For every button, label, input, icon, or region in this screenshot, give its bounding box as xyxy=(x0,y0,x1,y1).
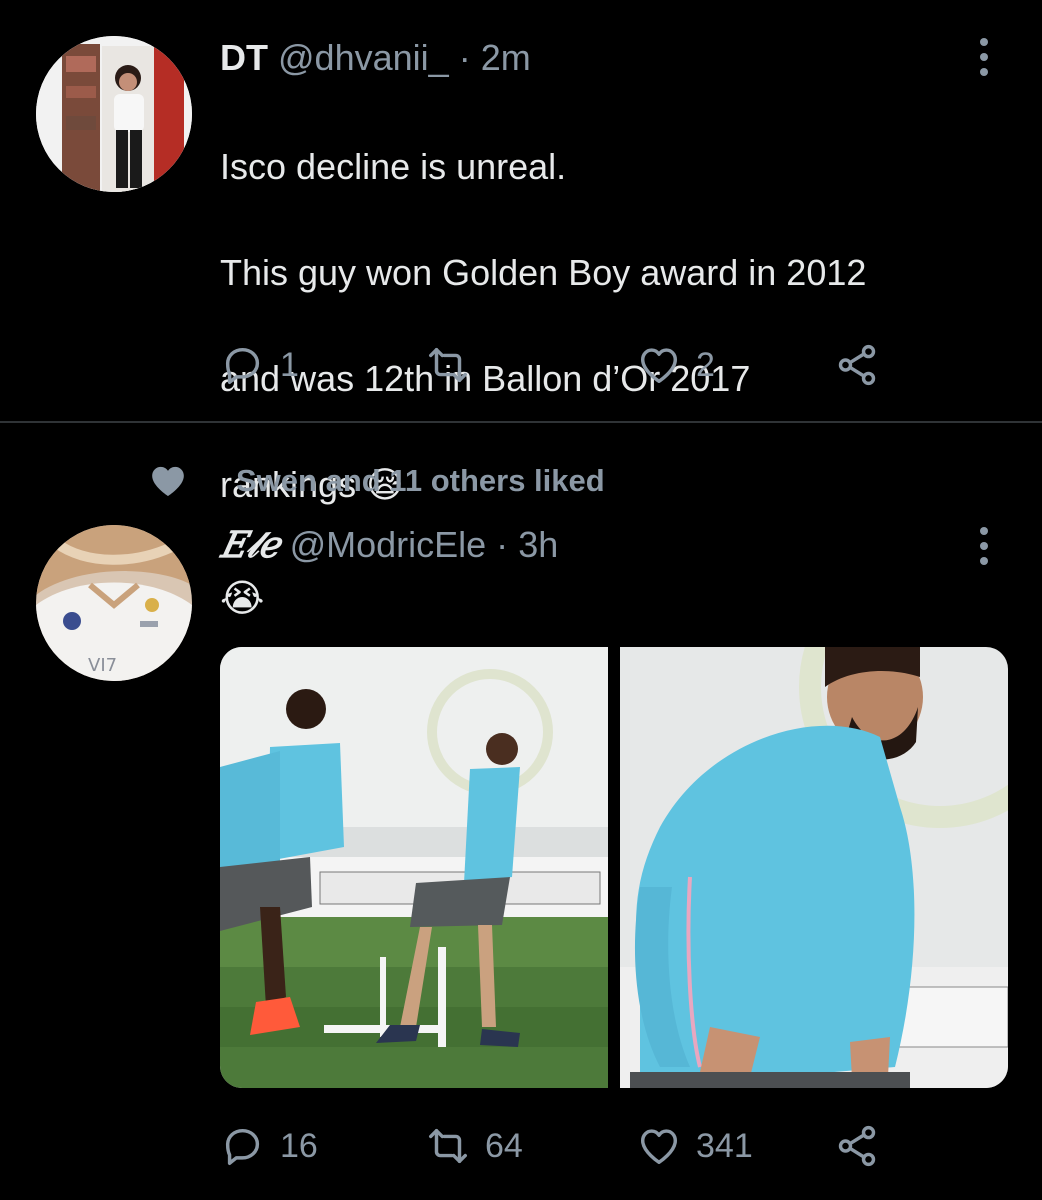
separator: · xyxy=(496,524,509,565)
share-icon xyxy=(838,1125,876,1167)
tweet-actions: 16 64 341 xyxy=(220,1123,920,1173)
heart-filled-icon xyxy=(152,466,184,496)
retweet-button[interactable]: 64 xyxy=(425,1123,523,1169)
reply-icon xyxy=(225,347,260,384)
tweet-text: 😭 xyxy=(220,578,265,620)
social-context: Swen and 11 others liked xyxy=(148,461,605,501)
tweet-text-line: Isco decline is unreal. xyxy=(220,146,567,187)
media-image-right[interactable] xyxy=(620,647,1008,1088)
user-handle[interactable]: @dhvanii_ xyxy=(278,37,449,78)
reply-count: 16 xyxy=(280,1126,318,1165)
reply-button[interactable]: 16 xyxy=(220,1123,318,1169)
tweet-header: 𝐸𝓁𝑒 @ModricEle · 3h xyxy=(220,523,558,567)
tweet-2[interactable]: Swen and 11 others liked VI7 𝐸𝓁𝑒 @Modric… xyxy=(0,423,1042,1200)
like-count: 2 xyxy=(696,345,715,384)
media-image-left[interactable] xyxy=(220,647,608,1088)
heart-icon xyxy=(640,348,678,384)
display-name[interactable]: DT xyxy=(220,37,268,78)
heart-icon xyxy=(640,1129,678,1165)
retweet-icon xyxy=(429,347,467,383)
reply-button[interactable]: 1 xyxy=(220,342,299,388)
share-button[interactable] xyxy=(834,342,880,388)
avatar[interactable]: VI7 xyxy=(36,525,192,681)
avatar[interactable] xyxy=(36,36,192,192)
like-button[interactable]: 341 xyxy=(636,1123,753,1169)
timestamp[interactable]: 3h xyxy=(518,524,558,565)
tweet-1[interactable]: DT @dhvanii_ · 2m Isco decline is unreal… xyxy=(0,0,1042,505)
svg-text:VI7: VI7 xyxy=(88,655,117,676)
like-count: 341 xyxy=(696,1126,753,1165)
retweet-count: 64 xyxy=(485,1126,523,1165)
reply-count: 1 xyxy=(280,345,299,384)
display-name[interactable]: 𝐸𝓁𝑒 xyxy=(220,524,280,566)
share-icon xyxy=(838,344,876,386)
more-vertical-icon[interactable] xyxy=(974,38,994,76)
tweet-actions: 1 2 xyxy=(220,342,920,392)
separator: · xyxy=(458,37,471,78)
like-button[interactable]: 2 xyxy=(636,342,715,388)
more-vertical-icon[interactable] xyxy=(974,527,994,565)
timestamp[interactable]: 2m xyxy=(481,37,531,78)
retweet-icon xyxy=(429,1128,467,1164)
reply-icon xyxy=(225,1128,260,1165)
share-button[interactable] xyxy=(834,1123,880,1169)
user-handle[interactable]: @ModricEle xyxy=(290,524,487,565)
social-context-text[interactable]: Swen and 11 others liked xyxy=(236,463,605,499)
retweet-button[interactable] xyxy=(425,342,485,388)
tweet-text-line: This guy won Golden Boy award in 2012 xyxy=(220,252,867,293)
tweet-header: DT @dhvanii_ · 2m xyxy=(220,36,531,80)
